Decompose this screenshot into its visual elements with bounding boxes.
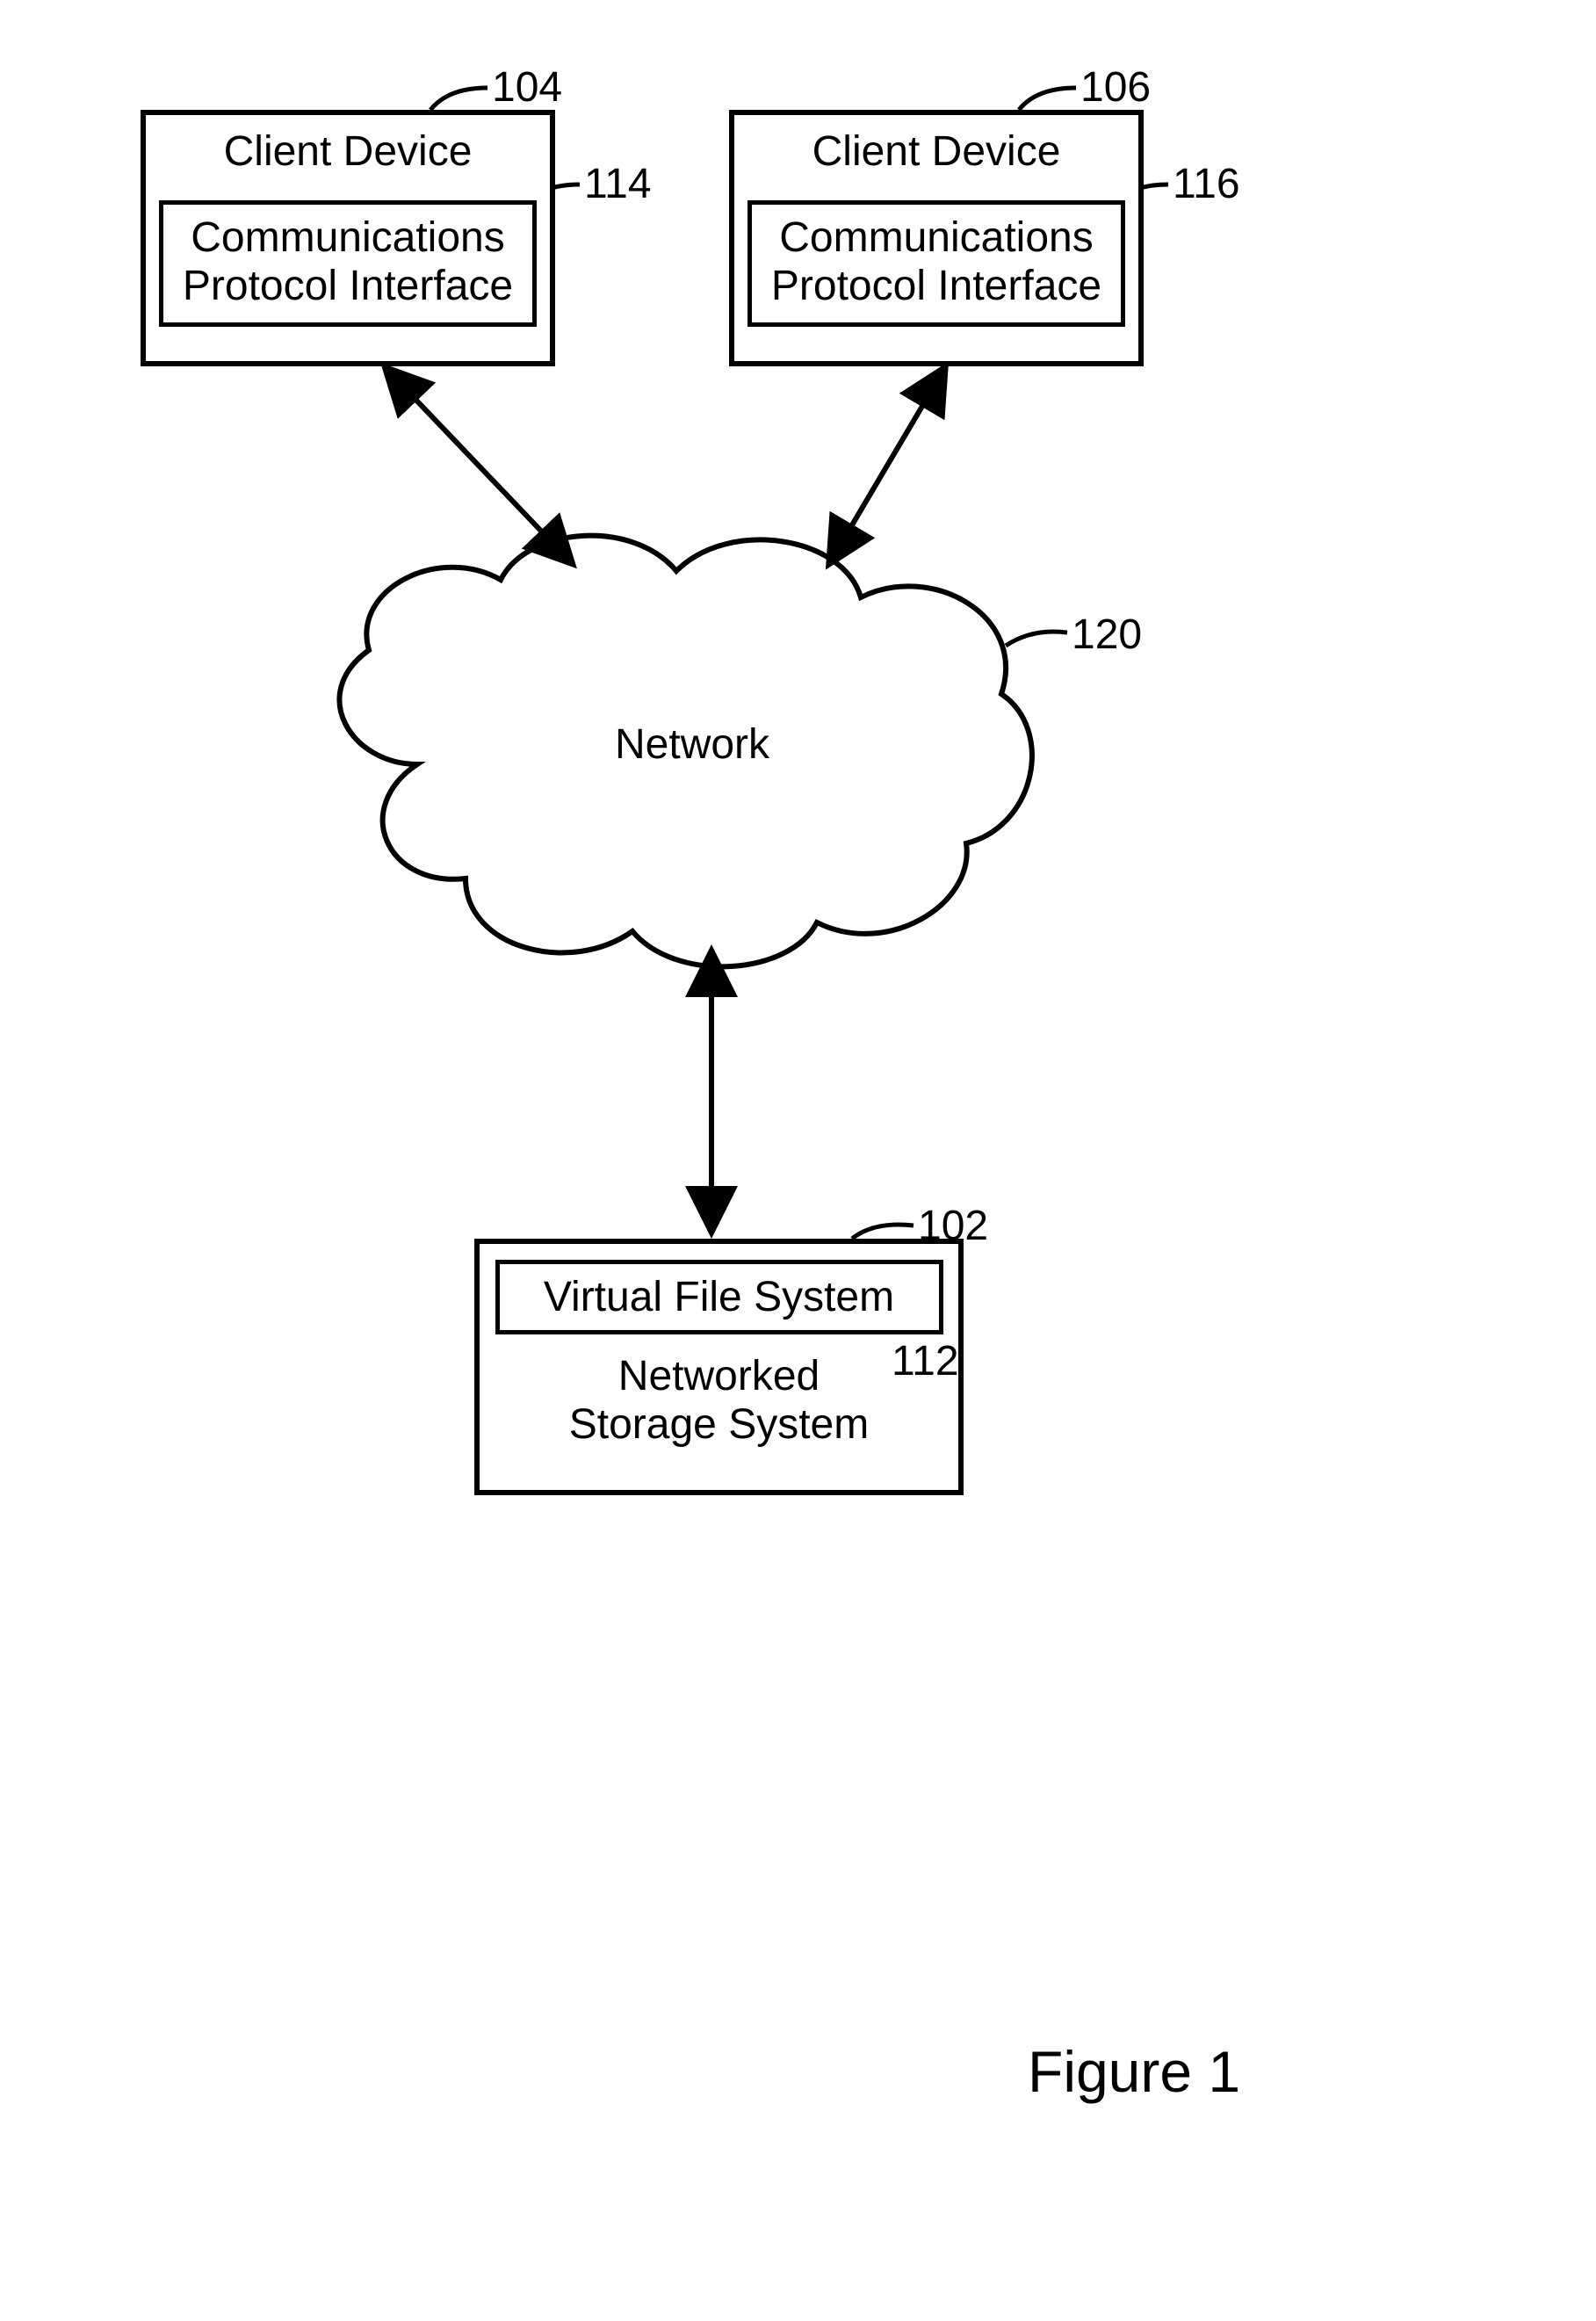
figure-caption: Figure 1 [1028,2038,1240,2105]
client1-comm-box: Communications Protocol Interface [159,200,537,327]
arrow-client2-network [830,369,944,562]
storage-l1: Networked [480,1352,958,1400]
client2-comm-box: Communications Protocol Interface [747,200,1125,327]
ref-102: 102 [918,1202,988,1250]
leader-104 [430,88,487,110]
arrow-client1-network [386,369,571,562]
storage-system: Virtual File System Networked Storage Sy… [474,1239,964,1495]
ref-106: 106 [1080,63,1151,112]
client1-inner-l2: Protocol Interface [163,262,532,310]
diagram-stage: Client Device Communications Protocol In… [0,0,1596,2321]
vfs-box: Virtual File System [495,1260,943,1334]
leader-120 [1006,632,1067,646]
vfs-label: Virtual File System [500,1273,939,1321]
client2-title: Client Device [734,127,1138,176]
client2-inner-l2: Protocol Interface [752,262,1121,310]
client1-title: Client Device [146,127,550,176]
leader-106 [1019,88,1076,110]
ref-112: 112 [892,1337,959,1385]
ref-104: 104 [492,63,562,112]
client-device-1: Client Device Communications Protocol In… [141,110,555,366]
client2-inner-l1: Communications [752,213,1121,262]
network-label: Network [615,720,769,769]
ref-120: 120 [1072,611,1142,659]
storage-l2: Storage System [480,1400,958,1449]
leader-102 [852,1225,914,1239]
ref-114: 114 [584,160,652,208]
client-device-2: Client Device Communications Protocol In… [729,110,1144,366]
ref-116: 116 [1173,160,1240,208]
client1-inner-l1: Communications [163,213,532,262]
